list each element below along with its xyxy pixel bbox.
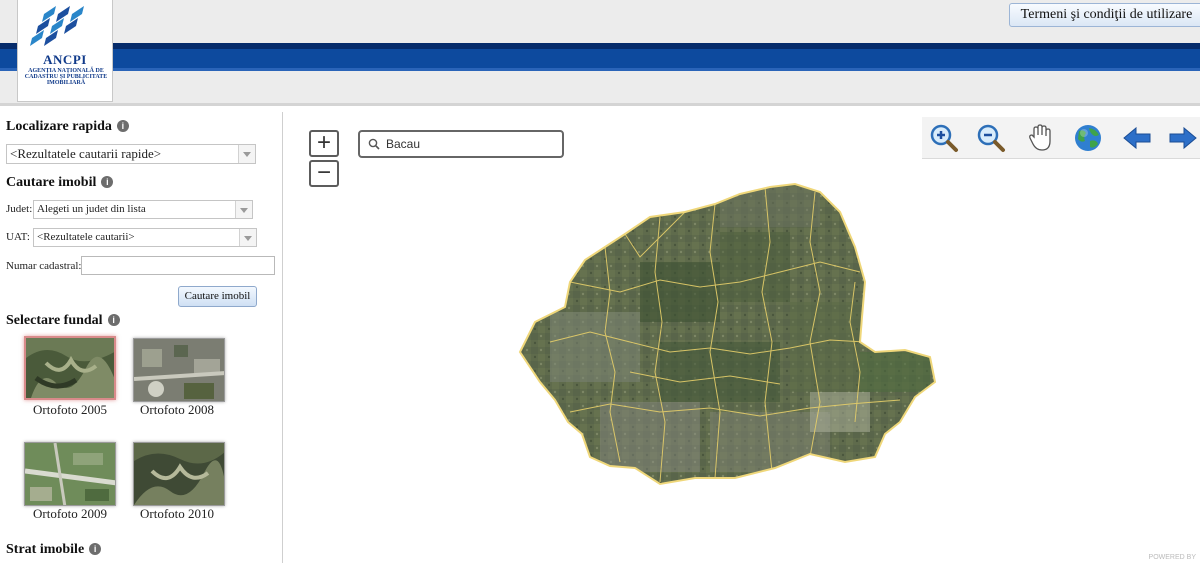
logo-text: ANCPI xyxy=(43,52,87,67)
ancpi-logo[interactable]: ANCPI AGENȚIA NAȚIONALĂ DE CADASTRU ȘI P… xyxy=(17,0,113,102)
previous-extent-button[interactable] xyxy=(1120,123,1154,153)
info-icon[interactable]: i xyxy=(116,120,129,132)
pan-tool-button[interactable] xyxy=(1024,123,1058,153)
logo-subtitle: AGENȚIA NAȚIONALĂ DE CADASTRU ȘI PUBLICI… xyxy=(24,68,108,86)
info-icon[interactable]: i xyxy=(107,314,120,326)
basemap-option-label: Ortofoto 2005 xyxy=(32,402,108,417)
basemap-option-label: Ortofoto 2008 xyxy=(139,402,215,417)
quick-search-select[interactable]: <Rezultatele cautarii rapide> xyxy=(6,144,256,164)
basemap-option-label: Ortofoto 2009 xyxy=(32,506,108,521)
full-extent-button[interactable] xyxy=(1072,123,1106,153)
county-select-value: Alegeti un judet din lista xyxy=(37,203,146,215)
next-extent-button[interactable] xyxy=(1166,123,1200,153)
cadastral-number-label: Numar cadastral: xyxy=(6,260,82,272)
sidebar: Localizare rapida i <Rezultatele cautarii… xyxy=(0,112,283,563)
map-search-input[interactable]: Bacau xyxy=(358,130,564,158)
basemap-title-text: Selectare fundal xyxy=(6,313,103,328)
zoom-in-tool-button[interactable] xyxy=(928,123,962,153)
uat-select-value: <Rezultatele cautarii> xyxy=(37,231,135,243)
property-layer-title-text: Strat imobile xyxy=(6,542,85,557)
quick-search-select-value: <Rezultatele cautarii rapide> xyxy=(10,146,162,161)
orthophoto-thumbnail xyxy=(134,339,224,401)
uat-select[interactable]: <Rezultatele cautarii> xyxy=(33,228,257,247)
header-divider xyxy=(0,103,1200,106)
property-search-title: Cautare imobil i xyxy=(6,175,114,191)
zoom-out-tool-button[interactable] xyxy=(975,123,1009,153)
quick-locate-title-text: Localizare rapida xyxy=(6,119,112,134)
orthophoto-thumbnail xyxy=(26,338,114,398)
chevron-down-icon[interactable] xyxy=(238,145,255,163)
header-blue-band xyxy=(0,43,1200,71)
arrow-back-icon xyxy=(1123,126,1151,150)
chevron-down-icon[interactable] xyxy=(239,229,256,246)
header: ANCPI AGENȚIA NAȚIONALĂ DE CADASTRU ȘI P… xyxy=(0,0,1200,106)
zoom-in-button[interactable]: + xyxy=(309,130,339,157)
map-canvas[interactable]: + − Bacau POWERED BY xyxy=(290,112,1200,563)
basemap-option-label: Ortofoto 2010 xyxy=(139,506,215,521)
zoom-in-icon xyxy=(930,124,958,152)
quick-locate-title: Localizare rapida i xyxy=(6,119,129,135)
map-search-value: Bacau xyxy=(386,137,421,151)
county-label: Judet: xyxy=(6,203,33,215)
info-icon[interactable]: i xyxy=(101,176,114,188)
basemap-title: Selectare fundal i xyxy=(6,313,120,329)
uat-label: UAT: xyxy=(6,231,30,243)
orthophoto-thumbnail xyxy=(25,443,115,505)
map-toolbar xyxy=(922,117,1200,159)
map-watermark: POWERED BY xyxy=(1148,554,1196,561)
arrow-forward-icon xyxy=(1169,126,1197,150)
search-property-button[interactable]: Cautare imobil xyxy=(178,286,257,307)
cadastral-number-input[interactable] xyxy=(81,256,275,275)
zoom-out-icon xyxy=(977,124,1005,152)
basemap-option-ortofoto-2009[interactable] xyxy=(24,442,116,506)
zoom-out-button[interactable]: − xyxy=(309,160,339,187)
terms-button[interactable]: Termeni şi condiţii de utilizare xyxy=(1009,3,1200,27)
romania-orthophoto-map[interactable] xyxy=(510,172,950,502)
pan-hand-icon xyxy=(1029,124,1051,151)
logo-emblem-icon xyxy=(30,6,84,46)
chevron-down-icon[interactable] xyxy=(235,201,252,218)
property-layer-title: Strat imobile i xyxy=(6,542,102,558)
globe-full-extent-icon xyxy=(1075,125,1101,151)
basemap-option-ortofoto-2008[interactable] xyxy=(133,338,225,402)
county-select[interactable]: Alegeti un judet din lista xyxy=(33,200,253,219)
property-search-title-text: Cautare imobil xyxy=(6,175,97,190)
search-icon xyxy=(368,138,380,150)
basemap-option-ortofoto-2010[interactable] xyxy=(133,442,225,506)
info-icon[interactable]: i xyxy=(89,543,102,555)
orthophoto-thumbnail xyxy=(134,443,224,505)
basemap-option-ortofoto-2005[interactable] xyxy=(24,336,116,400)
